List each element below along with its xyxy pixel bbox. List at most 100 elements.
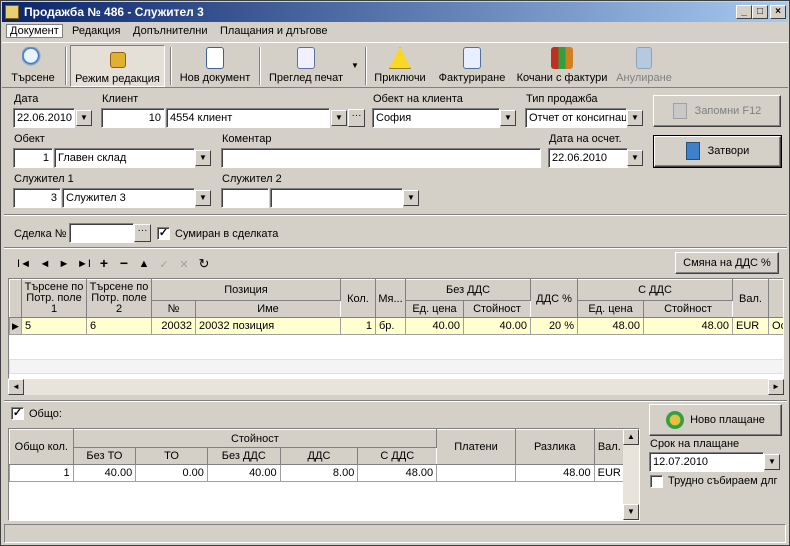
employee2-id-field[interactable] [221, 188, 269, 208]
date-field[interactable]: 22.06.2010 [13, 108, 75, 128]
client-dropdown-icon[interactable]: ▼ [331, 110, 347, 126]
scroll-left-icon[interactable]: ◄ [8, 379, 24, 395]
items-horizontal-scrollbar[interactable]: ◄ ► [8, 379, 784, 395]
col-extra[interactable] [768, 279, 783, 318]
report-date-dropdown-icon[interactable]: ▼ [627, 150, 643, 166]
client-object-field[interactable]: София [372, 108, 500, 128]
menu-edit[interactable]: Редакция [72, 25, 120, 37]
cell-name[interactable]: 20032 позиция [195, 317, 341, 335]
cell-search-field2[interactable]: 6 [86, 317, 152, 335]
deal-lookup-button[interactable]: ··· [134, 224, 151, 242]
col-no[interactable]: № [151, 300, 196, 318]
cell-search-field1[interactable]: 5 [21, 317, 87, 335]
col-vat-pct[interactable]: ДДС % [530, 279, 579, 318]
report-date-field[interactable]: 22.06.2010 [548, 148, 628, 168]
sale-type-dropdown-icon[interactable]: ▼ [627, 110, 643, 126]
col-value[interactable]: Стойност [462, 300, 532, 318]
col-totals-vat[interactable]: ДДС [279, 447, 359, 465]
nav-up-icon[interactable]: ▲ [135, 258, 153, 270]
col-to[interactable]: ТО [135, 447, 208, 465]
comment-field[interactable] [221, 148, 541, 168]
col-search-field1[interactable]: Търсене по Потр. поле 1 [21, 279, 87, 318]
nav-first-icon[interactable]: I◄ [15, 258, 33, 270]
cancel-document-button[interactable]: Анулиране [614, 45, 674, 87]
col-difference[interactable]: Разлика [514, 429, 595, 465]
cell-vat-pct[interactable]: 20 % [530, 317, 579, 335]
hard-collect-checkbox[interactable] [650, 475, 663, 488]
col-name[interactable]: Име [195, 300, 341, 318]
scroll-right-icon[interactable]: ► [768, 379, 784, 395]
new-document-button[interactable]: Нов документ [175, 45, 255, 87]
employee2-name-field[interactable] [270, 188, 403, 208]
object-id-field[interactable]: 1 [13, 148, 53, 168]
menu-additional[interactable]: Допълнителни [133, 25, 207, 37]
cell-unit-price[interactable]: 40.00 [405, 317, 464, 335]
cell-qty[interactable]: 1 [340, 317, 376, 335]
employee2-dropdown-icon[interactable]: ▼ [403, 190, 419, 206]
edit-mode-button[interactable]: Режим редакция [70, 45, 165, 87]
cell-unit[interactable]: бр. [375, 317, 406, 335]
new-payment-button[interactable]: Ново плащане [649, 404, 782, 436]
employee1-name-field[interactable]: Служител 3 [62, 188, 195, 208]
col-totals-with-vat[interactable]: С ДДС [357, 447, 438, 465]
nav-remove-icon[interactable]: − [115, 255, 133, 271]
cell-currency[interactable]: EUR [732, 317, 770, 335]
employee1-dropdown-icon[interactable]: ▼ [195, 190, 211, 206]
col-search-field2[interactable]: Търсене по Потр. поле 2 [86, 279, 152, 318]
minimize-button[interactable]: _ [736, 5, 752, 19]
print-preview-button[interactable]: Преглед печат [264, 45, 348, 87]
totals-grid[interactable]: Общо кол. Стойност Платени Разлика Вал. … [8, 428, 640, 521]
col-value-vat[interactable]: Стойност [643, 300, 734, 318]
finish-button[interactable]: Приключи [370, 45, 430, 87]
nav-add-icon[interactable]: + [95, 255, 113, 271]
object-name-field[interactable]: Главен склад [54, 148, 195, 168]
close-button[interactable]: Затвори [653, 135, 782, 168]
col-unit[interactable]: Мя... [375, 279, 406, 318]
scroll-down-icon[interactable]: ▼ [623, 504, 639, 520]
nav-last-icon[interactable]: ►I [75, 258, 93, 270]
items-grid[interactable]: Търсене по Потр. поле 1 Търсене по Потр.… [8, 278, 784, 379]
cell-no[interactable]: 20032 [151, 317, 196, 335]
col-total-qty[interactable]: Общо кол. [9, 429, 74, 465]
col-totals-without-vat[interactable]: Без ДДС [206, 447, 281, 465]
due-date-dropdown-icon[interactable]: ▼ [764, 454, 780, 470]
cell-extra[interactable]: Ос [768, 317, 783, 335]
print-preview-dropdown[interactable]: ▼ [348, 45, 362, 87]
deal-field[interactable] [69, 223, 134, 243]
change-vat-button[interactable]: Смяна на ДДС % [675, 252, 779, 274]
table-row[interactable]: 1 40.00 0.00 40.00 8.00 48.00 48.00 EUR [9, 464, 626, 482]
nav-refresh-icon[interactable]: ↻ [195, 256, 213, 272]
close-window-button[interactable]: × [770, 5, 786, 19]
client-id-field[interactable]: 10 [101, 108, 165, 128]
object-dropdown-icon[interactable]: ▼ [195, 150, 211, 166]
client-name-field[interactable]: 4554 клиент [166, 108, 330, 128]
col-unit-price[interactable]: Ед. цена [405, 300, 464, 318]
nav-prev-icon[interactable]: ◄ [36, 258, 54, 270]
col-paid[interactable]: Платени [436, 429, 516, 465]
cell-unit-price-vat[interactable]: 48.00 [577, 317, 645, 335]
totals-vertical-scrollbar[interactable]: ▲ ▼ [623, 429, 639, 520]
title-bar[interactable]: Продажба № 486 - Служител 3 _ □ × [2, 2, 788, 22]
col-without-to[interactable]: Без ТО [72, 447, 137, 465]
date-dropdown-icon[interactable]: ▼ [76, 110, 92, 126]
search-tool-button[interactable]: Търсене [6, 45, 60, 87]
nav-next-icon[interactable]: ► [55, 258, 73, 270]
col-totals-currency[interactable]: Вал. [593, 429, 626, 465]
client-object-dropdown-icon[interactable]: ▼ [500, 110, 516, 126]
nav-post-icon[interactable]: ✓ [155, 258, 173, 271]
maximize-button[interactable]: □ [752, 5, 768, 19]
summed-in-deal-checkbox[interactable]: ✓ [157, 227, 170, 240]
col-unit-price-vat[interactable]: Ед. цена [577, 300, 645, 318]
due-date-field[interactable]: 12.07.2010 [649, 452, 764, 472]
menu-document[interactable]: Документ [6, 24, 63, 38]
save-button[interactable]: Запомни F12 [653, 95, 781, 127]
nav-cancel-icon[interactable]: ✕ [175, 258, 193, 271]
invoice-books-button[interactable]: Кочани с фактури [514, 45, 610, 87]
table-row[interactable]: ▶ 5 6 20032 20032 позиция 1 бр. 40.00 40… [9, 317, 783, 335]
invoice-button[interactable]: Фактуриране [434, 45, 510, 87]
cell-value[interactable]: 40.00 [462, 317, 532, 335]
col-qty[interactable]: Кол. [340, 279, 376, 318]
client-lookup-button[interactable]: ··· [348, 109, 365, 127]
menu-payments[interactable]: Плащания и длъгове [220, 25, 327, 37]
employee1-id-field[interactable]: 3 [13, 188, 61, 208]
